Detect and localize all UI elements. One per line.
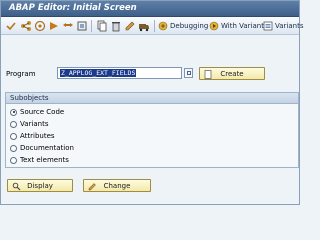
delete-icon[interactable] bbox=[110, 20, 122, 32]
sap-window: ABAP Editor: Initial Screen Debugging Wi… bbox=[0, 0, 303, 205]
window-title: ABAP Editor: Initial Screen bbox=[9, 3, 137, 13]
value-help-icon bbox=[187, 71, 191, 75]
display-object-list-icon[interactable] bbox=[34, 20, 46, 32]
subobjects-group: Subobjects Source Code Variants Attribut… bbox=[5, 92, 299, 168]
option-documentation[interactable]: Documentation bbox=[10, 143, 74, 153]
debugging-button[interactable]: Debugging bbox=[158, 20, 208, 32]
rename-icon[interactable] bbox=[124, 20, 136, 32]
radio-source-code[interactable] bbox=[10, 108, 17, 116]
subobjects-title: Subobjects bbox=[10, 94, 49, 102]
option-attributes[interactable]: Attributes bbox=[10, 131, 55, 141]
option-label: Attributes bbox=[20, 132, 55, 140]
toolbar-separator bbox=[154, 20, 155, 32]
option-variants[interactable]: Variants bbox=[10, 119, 48, 129]
check-icon[interactable] bbox=[5, 20, 17, 32]
title-bar: ABAP Editor: Initial Screen bbox=[1, 1, 299, 17]
value-help-button[interactable] bbox=[184, 68, 193, 78]
program-input[interactable]: Z_APPLOG_EXT_FIELDS bbox=[57, 67, 182, 79]
object-directory-icon[interactable] bbox=[76, 20, 88, 32]
debugging-label: Debugging bbox=[170, 22, 209, 30]
create-button[interactable]: Create bbox=[199, 67, 265, 80]
pencil-icon bbox=[88, 182, 97, 191]
program-value: Z_APPLOG_EXT_FIELDS bbox=[60, 69, 137, 77]
display-icon bbox=[12, 182, 21, 191]
option-label: Variants bbox=[20, 120, 49, 128]
toolbar-separator bbox=[91, 20, 92, 32]
variants-button[interactable]: Variants bbox=[263, 20, 303, 32]
variants-label: Variants bbox=[275, 22, 304, 30]
radio-text-elements[interactable] bbox=[10, 156, 17, 164]
option-label: Documentation bbox=[20, 144, 74, 152]
radio-variants[interactable] bbox=[10, 120, 17, 128]
create-label: Create bbox=[220, 69, 244, 78]
transport-icon[interactable] bbox=[138, 20, 150, 32]
where-used-icon[interactable] bbox=[20, 20, 32, 32]
test-icon[interactable] bbox=[62, 20, 74, 32]
application-toolbar: Debugging With Variant Variants bbox=[1, 17, 303, 35]
radio-attributes[interactable] bbox=[10, 132, 17, 140]
option-label: Source Code bbox=[20, 108, 65, 116]
change-label: Change bbox=[103, 181, 131, 190]
option-text-elements[interactable]: Text elements bbox=[10, 155, 69, 165]
create-icon bbox=[204, 70, 213, 79]
variants-icon bbox=[263, 21, 273, 31]
with-variant-icon bbox=[209, 21, 219, 31]
change-button[interactable]: Change bbox=[83, 179, 151, 192]
with-variant-label: With Variant bbox=[221, 22, 264, 30]
display-button[interactable]: Display bbox=[7, 179, 73, 192]
debugging-icon bbox=[158, 21, 168, 31]
copy-icon[interactable] bbox=[96, 20, 108, 32]
activate-icon[interactable] bbox=[48, 20, 60, 32]
subobjects-header: Subobjects bbox=[6, 93, 298, 104]
option-source-code[interactable]: Source Code bbox=[10, 107, 64, 117]
with-variant-button[interactable]: With Variant bbox=[209, 20, 264, 32]
option-label: Text elements bbox=[20, 156, 69, 164]
display-label: Display bbox=[27, 181, 53, 190]
program-label: Program bbox=[6, 70, 36, 78]
radio-documentation[interactable] bbox=[10, 144, 17, 152]
